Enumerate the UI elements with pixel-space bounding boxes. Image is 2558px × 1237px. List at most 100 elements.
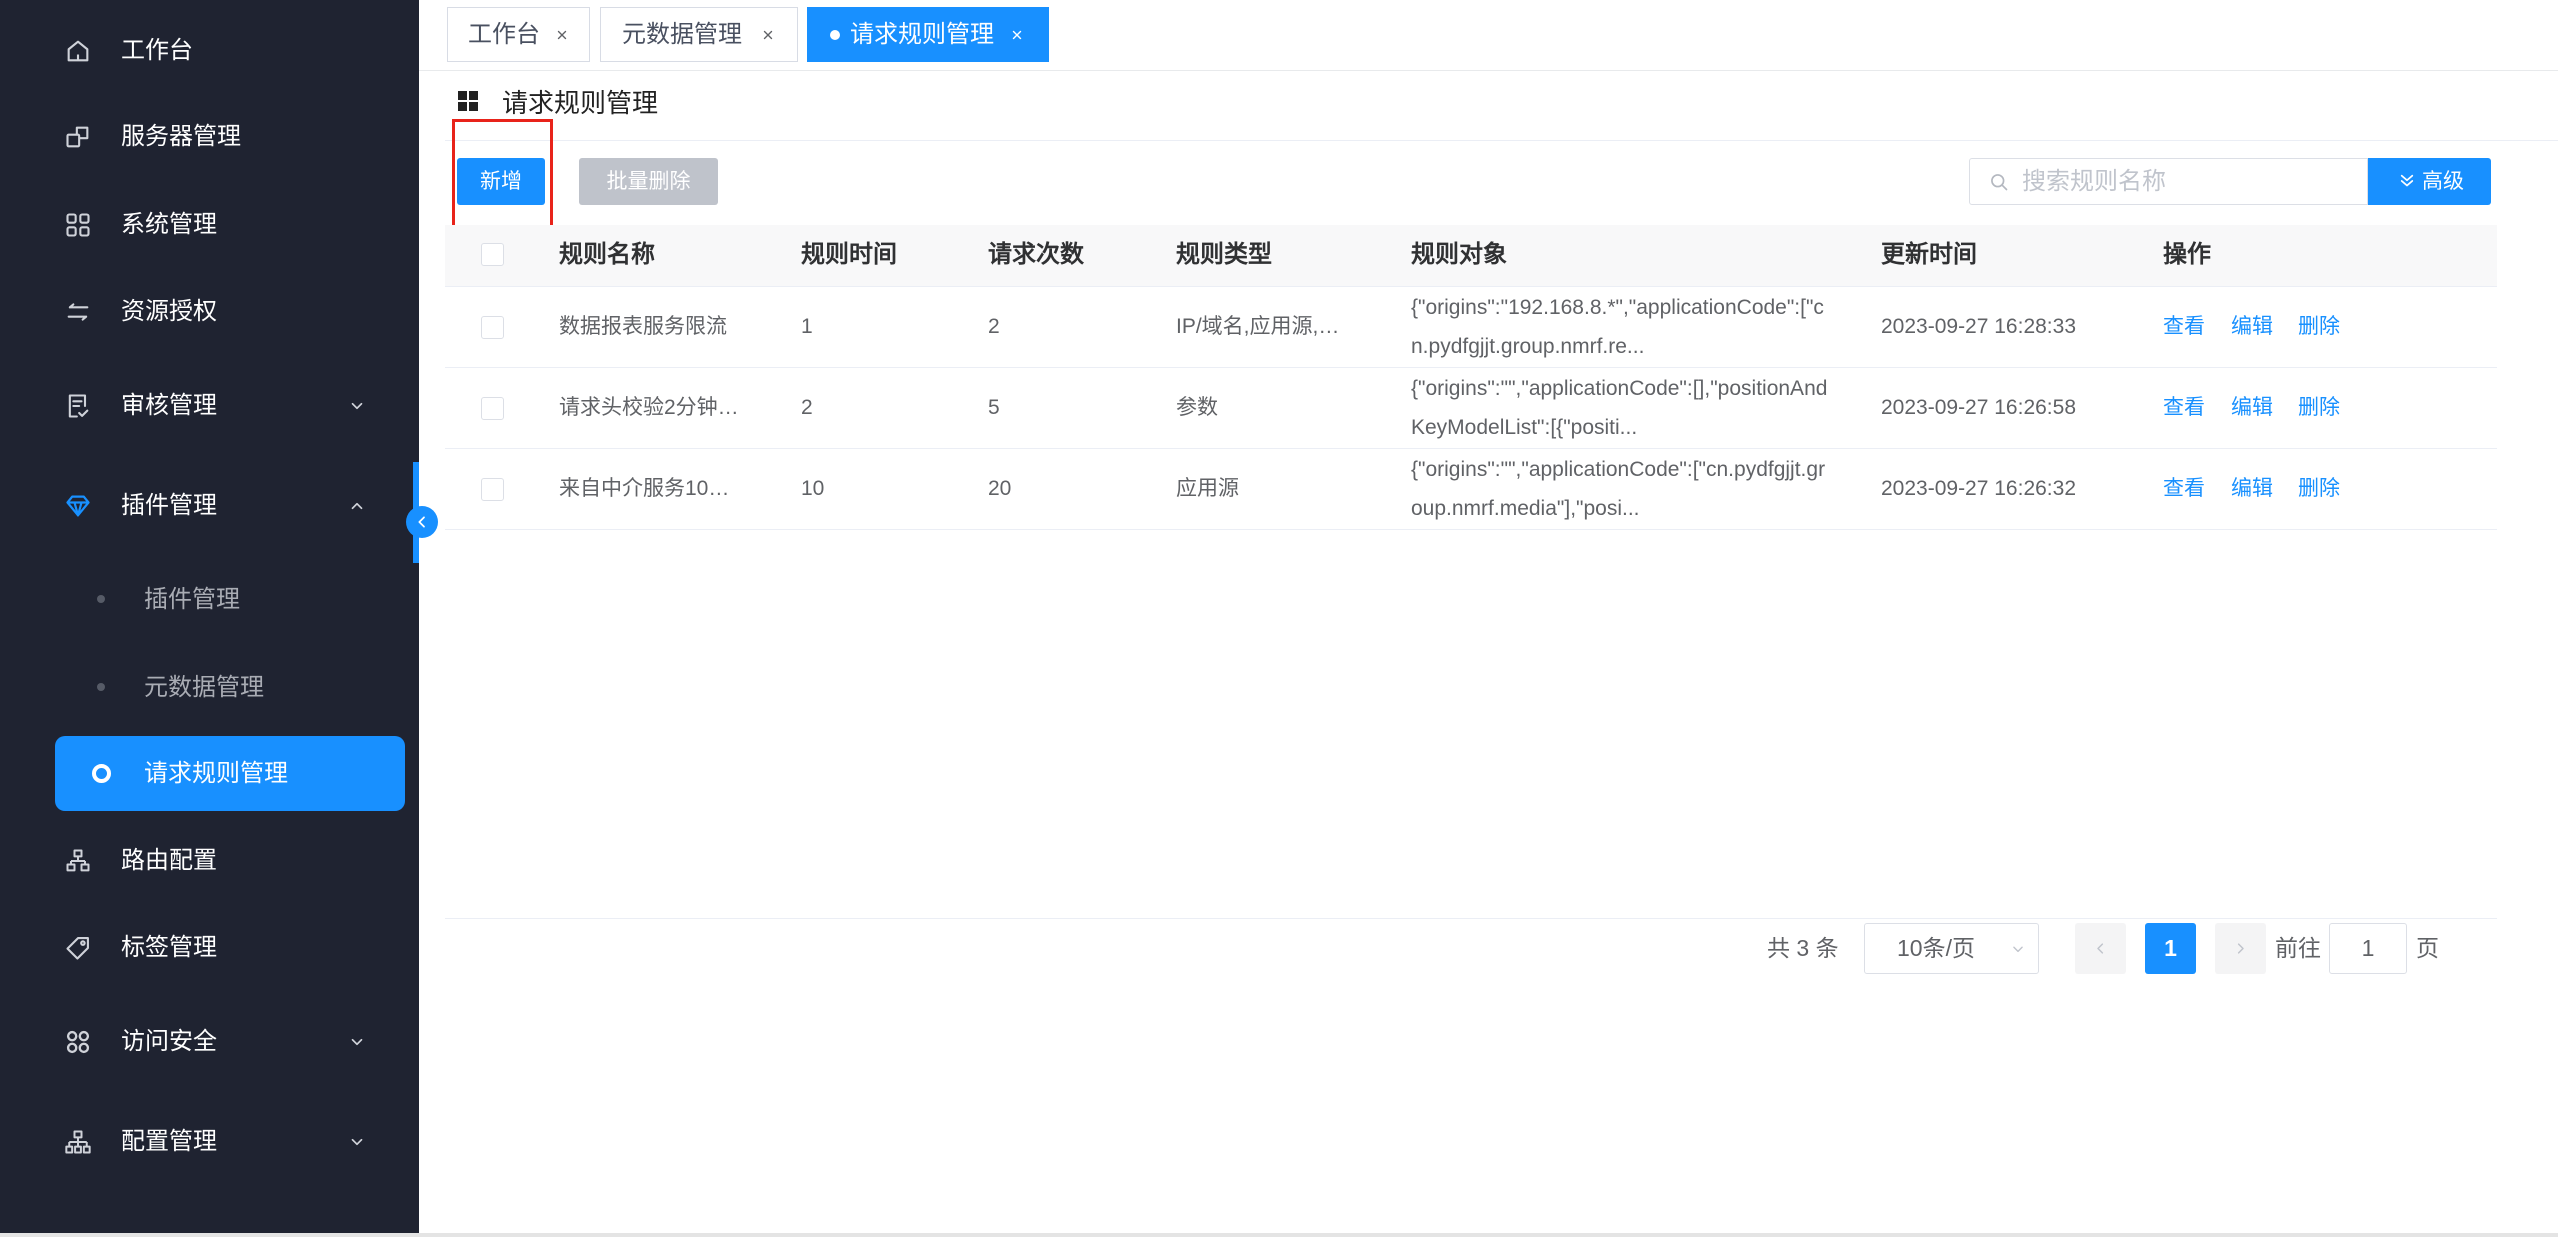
sidebar-subitem-label: 插件管理	[144, 586, 240, 613]
chevron-right-icon	[2237, 943, 2244, 954]
bullet-dot	[97, 683, 105, 691]
chevron-down-icon	[348, 1133, 366, 1151]
table-header: 规则名称 规则时间 请求次数 规则类型 规则对象 更新时间 操作	[445, 225, 2497, 287]
column-header[interactable]: 规则对象	[1411, 225, 1507, 285]
rule-type: 应用源	[1176, 477, 1239, 500]
table-row[interactable]: 请求头校验2分钟… 2 5 参数 {"origins":"","applicat…	[445, 368, 2497, 449]
grid-icon	[458, 91, 478, 111]
view-link[interactable]: 查看	[2163, 449, 2205, 529]
rule-object-line: KeyModelList":[{"positi...	[1411, 416, 1638, 439]
sidebar-item-label: 配置管理	[121, 1128, 217, 1155]
sidebar-subitem-plugin-manage[interactable]: 插件管理	[55, 562, 405, 637]
sidebar-item-label: 路由配置	[121, 847, 217, 874]
request-count: 5	[988, 396, 1000, 419]
goto-page-input[interactable]	[2329, 923, 2407, 974]
sidebar-item-system[interactable]: 系统管理	[0, 190, 419, 260]
updated-time: 2023-09-27 16:26:58	[1881, 396, 2076, 419]
search-icon	[1989, 172, 2009, 192]
highlight-box	[452, 119, 553, 235]
batch-delete-button[interactable]: 批量删除	[579, 158, 718, 205]
bottom-edge	[0, 1233, 2558, 1237]
rule-time: 2	[801, 396, 813, 419]
active-ring-icon	[92, 764, 111, 783]
tab-metadata[interactable]: 元数据管理	[600, 7, 798, 62]
select-all-checkbox[interactable]	[481, 243, 504, 266]
updated-time: 2023-09-27 16:28:33	[1881, 315, 2076, 338]
sidebar-item-routes[interactable]: 路由配置	[0, 826, 419, 896]
edit-link[interactable]: 编辑	[2231, 449, 2273, 529]
column-header[interactable]: 规则类型	[1176, 225, 1272, 285]
tab-close-icon[interactable]	[555, 28, 569, 42]
sidebar-item-tags[interactable]: 标签管理	[0, 913, 419, 983]
row-checkbox[interactable]	[481, 478, 504, 501]
view-link[interactable]: 查看	[2163, 368, 2205, 448]
edit-link[interactable]: 编辑	[2231, 287, 2273, 367]
sidebar-item-plugins[interactable]: 插件管理	[0, 471, 419, 541]
tab-close-icon[interactable]	[1010, 28, 1024, 42]
tab-label: 工作台	[468, 21, 540, 48]
sidebar-subitem-metadata[interactable]: 元数据管理	[55, 650, 405, 725]
sidebar-item-label: 系统管理	[121, 211, 217, 238]
delete-link[interactable]: 删除	[2298, 287, 2340, 367]
rule-object: {"origins":"","applicationCode":["cn.pyd…	[1411, 450, 1825, 528]
rule-object-line: {"origins":"192.168.8.*","applicationCod…	[1411, 296, 1824, 319]
bullet-dot	[97, 595, 105, 603]
column-header[interactable]: 请求次数	[988, 225, 1084, 285]
tab-workbench[interactable]: 工作台	[447, 7, 590, 62]
sidebar-subitem-request-rules[interactable]: 请求规则管理	[55, 736, 405, 811]
sidebar-subitem-label: 请求规则管理	[144, 760, 288, 787]
prev-page-button[interactable]	[2075, 923, 2126, 974]
page-number-current[interactable]: 1	[2145, 923, 2196, 974]
tag-icon	[64, 934, 92, 962]
column-header[interactable]: 规则名称	[559, 225, 655, 285]
chevron-up-icon	[348, 497, 366, 515]
sidebar-item-server[interactable]: 服务器管理	[0, 102, 419, 172]
rule-time: 1	[801, 315, 813, 338]
rule-type: 参数	[1176, 396, 1218, 419]
rule-name: 数据报表服务限流	[559, 315, 727, 338]
sidebar-item-access-security[interactable]: 访问安全	[0, 1007, 419, 1077]
delete-link[interactable]: 删除	[2298, 449, 2340, 529]
tab-label: 元数据管理	[622, 21, 742, 48]
goto-label: 前往	[2275, 935, 2321, 961]
sitemap-icon	[64, 1128, 92, 1156]
chevron-down-icon	[348, 1033, 366, 1051]
chevron-down-icon	[2011, 942, 2025, 956]
sidebar-item-audit[interactable]: 审核管理	[0, 371, 419, 441]
advanced-search-button[interactable]: 高级	[2368, 158, 2491, 205]
search-input[interactable]	[2020, 159, 2360, 204]
column-header[interactable]: 规则时间	[801, 225, 897, 285]
sidebar-collapse-button[interactable]	[406, 506, 438, 538]
sidebar-item-label: 服务器管理	[121, 123, 241, 150]
search-box[interactable]	[1969, 158, 2368, 205]
sidebar-subitem-label: 元数据管理	[144, 674, 264, 701]
active-tab-dot	[830, 30, 840, 40]
chevron-left-icon	[418, 516, 425, 528]
table-row[interactable]: 来自中介服务10… 10 20 应用源 {"origins":"","appli…	[445, 449, 2497, 530]
edit-link[interactable]: 编辑	[2231, 368, 2273, 448]
sidebar-item-workbench[interactable]: 工作台	[0, 16, 419, 86]
tab-request-rules[interactable]: 请求规则管理	[807, 7, 1049, 62]
table-row[interactable]: 数据报表服务限流 1 2 IP/域名,应用源,… {"origins":"192…	[445, 287, 2497, 368]
view-link[interactable]: 查看	[2163, 287, 2205, 367]
sidebar-item-label: 工作台	[121, 37, 193, 64]
rule-object-line: {"origins":"","applicationCode":[],"posi…	[1411, 377, 1828, 400]
request-count: 2	[988, 315, 1000, 338]
row-checkbox[interactable]	[481, 397, 504, 420]
sidebar-item-label: 访问安全	[121, 1028, 217, 1055]
sidebar-item-resource-auth[interactable]: 资源授权	[0, 277, 419, 347]
route-icon	[64, 847, 92, 875]
row-checkbox[interactable]	[481, 316, 504, 339]
table-bottom-border	[445, 918, 2497, 919]
double-chevron-down-icon	[2398, 172, 2416, 190]
sidebar-item-config[interactable]: 配置管理	[0, 1107, 419, 1177]
page-size-select[interactable]: 10条/页	[1864, 923, 2039, 974]
delete-link[interactable]: 删除	[2298, 368, 2340, 448]
next-page-button[interactable]	[2215, 923, 2266, 974]
sidebar-item-label: 标签管理	[121, 934, 217, 961]
advanced-label: 高级	[2422, 170, 2464, 193]
rule-type: IP/域名,应用源,…	[1176, 315, 1340, 338]
page-suffix: 页	[2416, 935, 2439, 961]
column-header[interactable]: 更新时间	[1881, 225, 1977, 285]
tab-close-icon[interactable]	[761, 28, 775, 42]
